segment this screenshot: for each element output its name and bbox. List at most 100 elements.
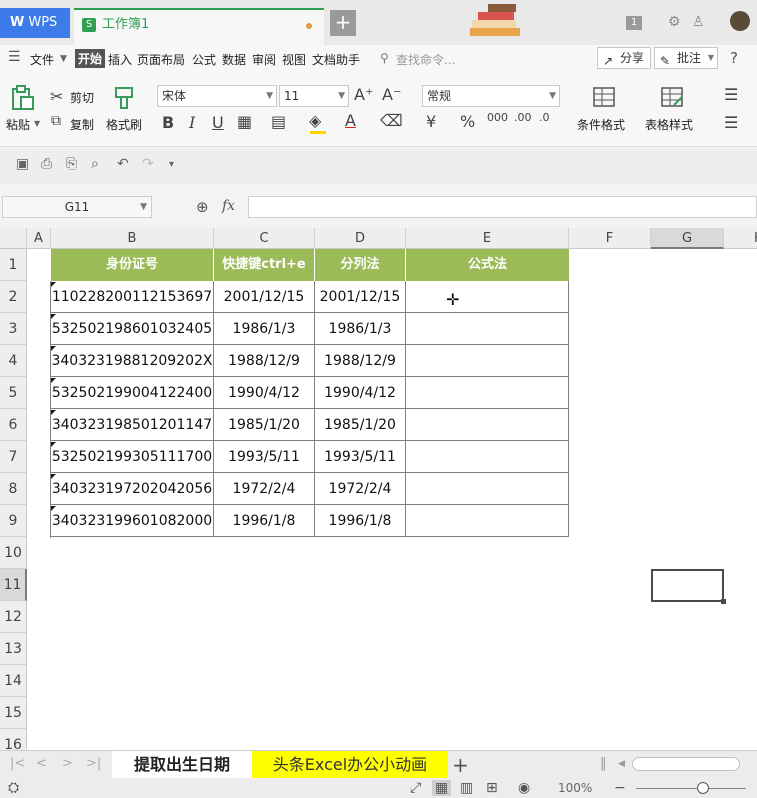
row-header[interactable]: 5 [0, 377, 27, 409]
fill-color-icon[interactable]: ◈ [309, 111, 321, 130]
column-header-e[interactable]: E [406, 228, 569, 249]
search-icon[interactable]: ⚲ [380, 51, 389, 65]
header-shortcut[interactable]: 快捷键ctrl+e [214, 249, 315, 281]
shortcut-date-cell[interactable]: 1986/1/3 [214, 313, 315, 345]
header-formula[interactable]: 公式法 [406, 249, 569, 281]
conditional-format-button[interactable]: 条件格式 [577, 116, 625, 133]
row-header[interactable]: 16 [0, 729, 27, 750]
row-header[interactable]: 10 [0, 537, 27, 569]
window-count-badge[interactable]: 1 [626, 16, 642, 30]
column-header-b[interactable]: B [51, 228, 214, 249]
shortcut-date-cell[interactable]: 1988/12/9 [214, 345, 315, 377]
share-button[interactable]: ↗ 分享 [597, 47, 652, 69]
currency-icon[interactable]: ¥ [426, 112, 436, 131]
shortcut-date-cell[interactable]: 1990/4/12 [214, 377, 315, 409]
zoom-search-icon[interactable]: ⊕ [196, 198, 209, 216]
split-date-cell[interactable]: 2001/12/15 [315, 281, 406, 313]
scroll-divider-icon[interactable]: ‖ [600, 756, 607, 771]
scroll-left-icon[interactable]: ◀ [618, 759, 625, 769]
select-all-corner[interactable] [0, 228, 27, 249]
paste-icon[interactable] [10, 85, 36, 111]
borders-icon[interactable]: ▦ [237, 112, 252, 131]
zoom-out-icon[interactable]: − [614, 780, 626, 796]
redo-icon[interactable]: ↷ [142, 156, 154, 172]
column-header-h[interactable]: H [724, 228, 757, 249]
conditional-format-icon[interactable] [592, 85, 618, 111]
row-header[interactable]: 1 [0, 249, 27, 281]
bold-button[interactable]: B [162, 113, 174, 132]
split-date-cell[interactable]: 1986/1/3 [315, 313, 406, 345]
next-sheet-icon[interactable]: > [62, 756, 73, 771]
increase-decimal-icon[interactable]: .00 [514, 111, 532, 124]
tab-data[interactable]: 数据 [222, 51, 246, 68]
avatar[interactable] [730, 11, 750, 31]
menu-file[interactable]: 文件 [30, 51, 54, 68]
paste-button[interactable]: 粘贴 [6, 116, 30, 133]
fullscreen-icon[interactable]: ⤢ [410, 780, 421, 796]
undo-icon[interactable]: ↶ [117, 156, 129, 172]
font-name-select[interactable]: 宋体 ▼ [157, 85, 277, 107]
decrease-decimal-icon[interactable]: .0 [539, 111, 550, 124]
shortcut-date-cell[interactable]: 1985/1/20 [214, 409, 315, 441]
column-header-g[interactable]: G [651, 228, 724, 249]
split-date-cell[interactable]: 1985/1/20 [315, 409, 406, 441]
font-color-icon[interactable]: A [345, 111, 356, 130]
fx-icon[interactable]: fx [222, 198, 235, 214]
save-icon[interactable]: ▣ [16, 156, 29, 172]
last-sheet-icon[interactable]: >| [86, 756, 101, 771]
formula-input[interactable] [248, 196, 757, 218]
tab-home[interactable]: 开始 [75, 49, 106, 68]
eraser-icon[interactable]: ⌫ [380, 111, 403, 130]
formula-cell[interactable] [406, 345, 569, 377]
id-number-cell[interactable]: 34032319881209202X [51, 345, 214, 377]
row-header[interactable]: 2 [0, 281, 27, 313]
spreadsheet-grid[interactable]: A B C D E F G H 1 2 3 4 5 6 7 8 9 10 11 … [0, 228, 757, 750]
thousands-separator-icon[interactable]: 000 [487, 111, 508, 124]
sheet-tab-2[interactable]: 头条Excel办公小动画 [252, 751, 448, 778]
zoom-level[interactable]: 100% [558, 781, 592, 795]
wps-app-tab[interactable]: W WPS [0, 8, 70, 38]
output-pdf-icon[interactable]: ⎙ [41, 156, 52, 172]
split-date-cell[interactable]: 1996/1/8 [315, 505, 406, 537]
row-header[interactable]: 7 [0, 441, 27, 473]
column-header-f[interactable]: F [569, 228, 651, 249]
column-header-c[interactable]: C [214, 228, 315, 249]
table-style-icon[interactable] [660, 85, 686, 111]
id-number-cell[interactable]: 532502199004122400 [51, 377, 214, 409]
fill-handle[interactable] [721, 599, 726, 604]
row-header[interactable]: 8 [0, 473, 27, 505]
name-box[interactable]: G11 ▼ [2, 196, 152, 218]
macro-icon[interactable]: ⛭ [8, 780, 19, 796]
column-header-a[interactable]: A [27, 228, 51, 249]
row-header[interactable]: 6 [0, 409, 27, 441]
page-break-view-icon[interactable]: ⊞ [486, 780, 498, 796]
header-id-number[interactable]: 身份证号 [51, 249, 214, 281]
document-tab[interactable]: S 工作簿1 [74, 8, 324, 45]
row-header[interactable]: 9 [0, 505, 27, 537]
command-search-input[interactable]: 查找命令... [396, 51, 455, 68]
tab-formulas[interactable]: 公式 [192, 51, 216, 68]
italic-button[interactable]: I [189, 113, 195, 132]
tab-doc-assistant[interactable]: 文档助手 [312, 51, 360, 68]
split-date-cell[interactable]: 1993/5/11 [315, 441, 406, 473]
formula-cell[interactable] [406, 473, 569, 505]
shortcut-date-cell[interactable]: 2001/12/15 [214, 281, 315, 313]
underline-button[interactable]: U [212, 113, 224, 132]
formula-cell[interactable] [406, 505, 569, 537]
tab-review[interactable]: 审阅 [252, 51, 276, 68]
row-header[interactable]: 15 [0, 697, 27, 729]
add-sheet-button[interactable]: + [452, 753, 469, 777]
font-size-select[interactable]: 11 ▼ [279, 85, 349, 107]
row-header[interactable]: 4 [0, 345, 27, 377]
cell-selection[interactable] [651, 569, 726, 604]
cell-style-icon[interactable]: ▤ [271, 112, 286, 131]
print-icon[interactable]: ⎘ [66, 156, 77, 172]
split-date-cell[interactable]: 1972/2/4 [315, 473, 406, 505]
id-number-cell[interactable]: 340323198501201147 [51, 409, 214, 441]
customize-toolbar-icon[interactable]: ▾ [169, 159, 174, 170]
formula-cell[interactable] [406, 409, 569, 441]
skin-icon[interactable]: ⚙ [668, 14, 681, 30]
shortcut-date-cell[interactable]: 1972/2/4 [214, 473, 315, 505]
new-tab-button[interactable]: + [330, 10, 356, 36]
print-preview-icon[interactable]: ⌕ [91, 156, 99, 172]
